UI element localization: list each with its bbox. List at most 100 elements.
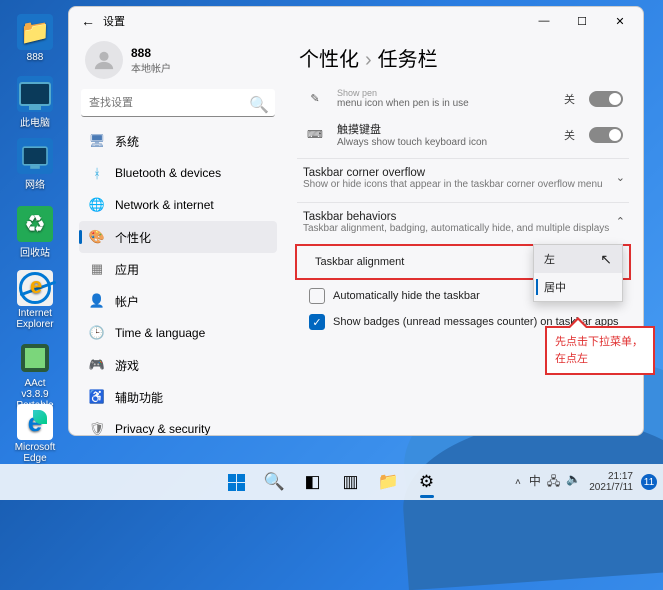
start-button[interactable] (220, 467, 254, 497)
highlight-box: Taskbar alignment 左↖ 居中 (295, 244, 631, 280)
row-title: 触摸键盘 (337, 121, 554, 137)
nav-label: 游戏 (115, 357, 139, 374)
minimize-button[interactable]: — (525, 7, 563, 35)
desktop-icon-recycle[interactable]: 回收站 (10, 206, 60, 259)
nav-icon: 🕒 (89, 325, 105, 341)
nav-icon: 🖥 (89, 133, 105, 149)
desktop-icon-pc[interactable]: 此电脑 (10, 76, 60, 129)
volume-icon[interactable]: 🔈 (566, 472, 581, 493)
sidebar-item-2[interactable]: 🌐Network & internet (79, 189, 277, 221)
language-icon[interactable]: 中 (529, 472, 541, 493)
network-icon[interactable]: 🖧 (547, 472, 560, 493)
desktop-icon-aact[interactable]: AAct v3.8.9 Portable (10, 340, 60, 411)
alignment-dropdown[interactable]: 左↖ 居中 (533, 244, 623, 302)
chevron-up-icon[interactable]: ˄ (515, 477, 521, 488)
taskbar: 🔍 ◧ ▥ 📁 ⚙ ˄ 中 🖧 🔈 21:17 2021/7/11 11 (0, 464, 663, 500)
chevron-right-icon: › (365, 49, 372, 71)
overflow-section[interactable]: Taskbar corner overflow Show or hide ico… (297, 158, 629, 198)
row-sub: Always show touch keyboard icon (337, 137, 554, 148)
icon-label: Internet Explorer (10, 308, 60, 330)
account-name: 888 (131, 46, 171, 60)
sidebar-item-1[interactable]: ᚼ Bluetooth & devices (79, 157, 277, 189)
nav-label: 个性化 (115, 229, 151, 246)
system-tray[interactable]: 中 🖧 🔈 (529, 472, 581, 493)
close-button[interactable]: ✕ (601, 7, 639, 35)
nav-icon: ▦ (89, 261, 105, 277)
sidebar-item-8[interactable]: ♿ 辅助功能 (79, 381, 277, 413)
toggle-state: 关 (564, 127, 575, 143)
task-view-button[interactable]: ◧ (296, 467, 330, 497)
checkbox-label: Automatically hide the taskbar (333, 290, 480, 302)
desktop-icon-network[interactable]: 网络 (10, 138, 60, 191)
row-sub: menu icon when pen is in use (337, 98, 554, 109)
icon-label: 网络 (10, 176, 60, 191)
section-title: Taskbar corner overflow (303, 167, 623, 179)
checkbox[interactable] (309, 288, 325, 304)
desktop-icon-ie[interactable]: Internet Explorer (10, 270, 60, 330)
sidebar-item-7[interactable]: 🎮 游戏 (79, 349, 277, 381)
widgets-button[interactable]: ▥ (334, 467, 368, 497)
titlebar: ← 设置 — ☐ ✕ (69, 7, 643, 35)
breadcrumb-current: 任务栏 (378, 49, 438, 71)
callout-line: 在点左 (555, 351, 645, 368)
clock[interactable]: 21:17 2021/7/11 (589, 471, 633, 493)
breadcrumb-parent[interactable]: 个性化 (299, 49, 359, 71)
nav-label: Time & language (115, 326, 205, 340)
search-button[interactable]: 🔍 (258, 467, 292, 497)
behaviors-section[interactable]: Taskbar behaviors Taskbar alignment, bad… (297, 202, 629, 242)
chevron-down-icon: ⌄ (616, 171, 625, 184)
touch-keyboard-row[interactable]: ⌨ 触摸键盘Always show touch keyboard icon 关 (297, 115, 629, 154)
callout-line: 先点击下拉菜单， (555, 334, 645, 351)
sidebar-item-9[interactable]: 🛡Privacy & security (79, 413, 277, 435)
settings-taskbar-button[interactable]: ⚙ (410, 467, 444, 497)
nav-icon: 🛡 (89, 421, 105, 435)
nav-label: 帐户 (115, 293, 139, 310)
notification-badge[interactable]: 11 (641, 474, 657, 490)
nav-label: 应用 (115, 261, 139, 278)
sidebar-item-3[interactable]: 🎨 个性化 (79, 221, 277, 253)
sidebar-item-5[interactable]: 👤 帐户 (79, 285, 277, 317)
instruction-callout: 先点击下拉菜单， 在点左 (545, 326, 655, 375)
dropdown-option-center[interactable]: 居中 (534, 273, 622, 301)
pen-icon: ✎ (303, 92, 327, 105)
chevron-up-icon: ⌃ (616, 215, 625, 228)
sidebar-item-4[interactable]: ▦ 应用 (79, 253, 277, 285)
back-button[interactable]: ← (73, 13, 103, 29)
maximize-button[interactable]: ☐ (563, 7, 601, 35)
nav-list: 🖥系统 ᚼ Bluetooth & devices 🌐Network & intern… (79, 125, 277, 435)
pen-row[interactable]: ✎ Show penmenu icon when pen is in use 关 (297, 82, 629, 115)
nav-icon: 🌐 (89, 197, 105, 213)
checkbox-checked[interactable]: ✓ (309, 314, 325, 330)
toggle-switch[interactable] (589, 127, 623, 143)
toggle-switch[interactable] (589, 91, 623, 107)
account-block[interactable]: 888 本地帐户 (79, 39, 277, 89)
sidebar-item-6[interactable]: 🕒 Time & language (79, 317, 277, 349)
icon-label: Microsoft Edge (10, 442, 60, 464)
nav-label: 辅助功能 (115, 389, 163, 406)
sidebar-item-0[interactable]: 🖥系统 (79, 125, 277, 157)
nav-icon: ᚼ (89, 165, 105, 181)
desktop-icon-folder[interactable]: 888 (10, 14, 60, 63)
explorer-button[interactable]: 📁 (372, 467, 406, 497)
nav-icon: ♿ (89, 389, 105, 405)
nav-icon: 🎮 (89, 357, 105, 373)
nav-icon: 🎨 (89, 229, 105, 245)
taskbar-alignment-row: Taskbar alignment 左↖ 居中 (303, 250, 623, 272)
section-title: Taskbar behaviors (303, 211, 623, 223)
window-title: 设置 (103, 13, 125, 29)
nav-icon: 👤 (89, 293, 105, 309)
main-panel: 个性化 › 任务栏 ✎ Show penmenu icon when pen is … (287, 35, 643, 435)
time-text: 21:17 (589, 471, 633, 482)
toggle-state: 关 (564, 91, 575, 107)
row-title: Show pen (337, 88, 554, 98)
search-input[interactable] (81, 89, 275, 117)
nav-label: Bluetooth & devices (115, 166, 221, 180)
sidebar: 888 本地帐户 🔍 🖥系统 ᚼ Bluetooth & devices 🌐Netwo… (69, 35, 287, 435)
desktop-icon-edge[interactable]: Microsoft Edge (10, 404, 60, 464)
icon-label: 回收站 (10, 244, 60, 259)
icon-label: 888 (10, 52, 60, 63)
account-sub: 本地帐户 (131, 60, 171, 75)
section-sub: Taskbar alignment, badging, automaticall… (303, 223, 623, 234)
search-box[interactable]: 🔍 (81, 89, 275, 117)
dropdown-option-left[interactable]: 左↖ (534, 245, 622, 273)
